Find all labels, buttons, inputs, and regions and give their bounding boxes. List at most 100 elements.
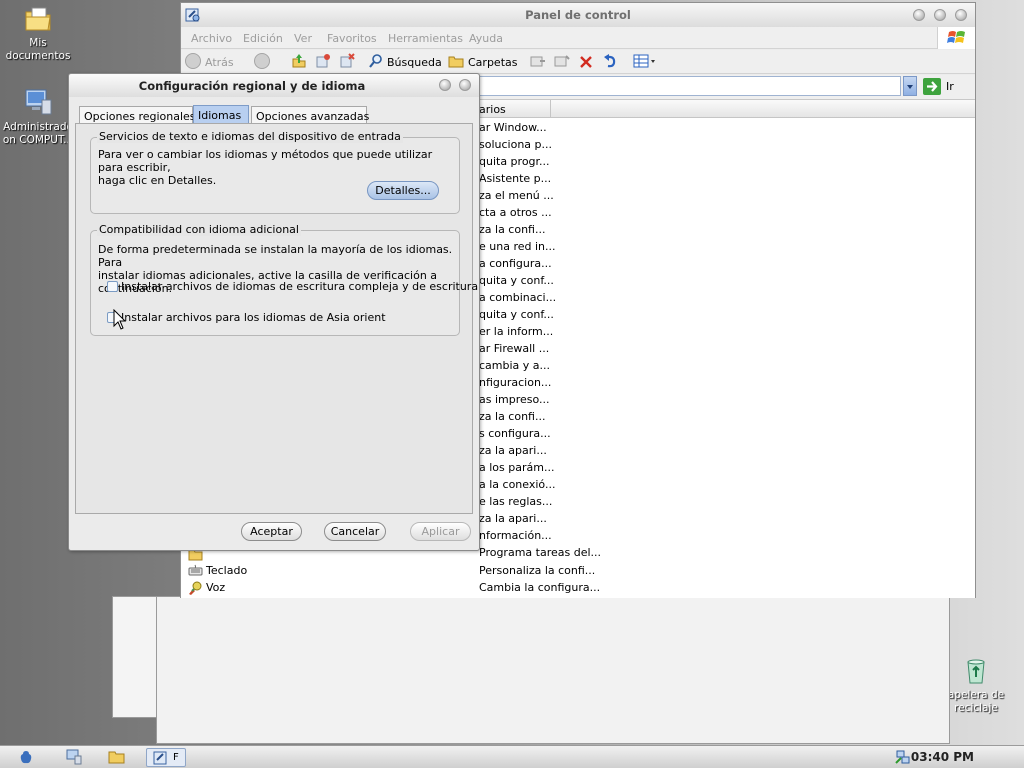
menu-ver[interactable]: Ver	[294, 32, 312, 45]
list-item-comment: as impreso...	[479, 393, 550, 406]
copy-to-icon[interactable]	[315, 53, 331, 69]
move-to-icon[interactable]	[339, 53, 355, 69]
computer-icon	[66, 749, 82, 765]
taskbar-item-control-panel[interactable]: F	[146, 748, 186, 767]
back-arrow-icon[interactable]	[185, 53, 201, 69]
list-item-comment: a los parám...	[479, 461, 555, 474]
folders-button[interactable]: Carpetas	[468, 56, 517, 69]
east-asian-label[interactable]: Instalar archivos para los idiomas de As…	[121, 311, 386, 324]
list-item-comment: za la apari...	[479, 512, 547, 525]
back-button[interactable]: Atrás	[205, 56, 234, 69]
search-button[interactable]: Búsqueda	[387, 56, 442, 69]
list-item-comment: Asistente p...	[479, 172, 552, 185]
help-button[interactable]	[439, 79, 451, 91]
column-header-comments[interactable]: arios	[479, 103, 506, 116]
search-icon	[369, 54, 382, 68]
move-folder-icon[interactable]	[530, 54, 546, 68]
list-item-comment: ar Firewall ...	[479, 342, 550, 355]
menu-archivo[interactable]: Archivo	[191, 32, 232, 45]
complex-script-checkbox[interactable]	[107, 281, 118, 292]
folders-icon	[448, 56, 464, 68]
mouse-cursor-icon	[113, 309, 127, 330]
go-arrow-icon[interactable]	[923, 78, 941, 95]
apply-button[interactable]: Aplicar	[410, 522, 471, 541]
tab-advanced-options[interactable]: Opciones avanzadas	[251, 106, 369, 124]
list-item-speech-comment: Cambia la configura...	[479, 581, 601, 594]
ok-button[interactable]: Aceptar	[241, 522, 302, 541]
keyboard-icon	[188, 564, 203, 576]
windows-logo-panel	[937, 27, 975, 49]
desktop-icon-computer[interactable]: Administrado on COMPUT...	[0, 86, 76, 147]
views-icon[interactable]	[633, 54, 657, 68]
complex-script-label[interactable]: Instalar archivos de idiomas de escritur…	[121, 280, 478, 293]
list-item-comment: er la inform...	[479, 325, 554, 338]
computer-icon	[25, 89, 52, 115]
list-item-comment: za el menú ...	[479, 189, 554, 202]
forward-arrow-icon[interactable]	[254, 53, 270, 69]
go-button[interactable]: Ir	[946, 80, 954, 93]
close-button[interactable]	[955, 9, 967, 21]
list-item-speech[interactable]: Voz	[206, 581, 225, 594]
desktop-icon-label: Mis documentos	[5, 37, 71, 62]
list-item-comment: za la confi...	[479, 223, 546, 236]
control-panel-titlebar[interactable]: Panel de control	[181, 3, 975, 27]
details-button[interactable]: Detalles...	[367, 181, 439, 200]
undo-icon[interactable]	[602, 53, 618, 69]
list-item-comment: za la apari...	[479, 444, 547, 457]
menu-bar: Archivo Edición Ver Favoritos Herramient…	[181, 27, 975, 49]
group-title: Compatibilidad con idioma adicional	[97, 223, 301, 236]
minimize-button[interactable]	[913, 9, 925, 21]
background-window	[156, 596, 950, 744]
dialog-title: Configuración regional y de idioma	[138, 79, 366, 93]
taskbar-item-computer[interactable]	[66, 748, 96, 767]
regional-language-dialog: Configuración regional y de idioma Opcio…	[68, 73, 480, 551]
taskbar: F 03:40 PM	[0, 745, 1024, 768]
list-item-comment: nfiguracion...	[479, 376, 552, 389]
dialog-titlebar[interactable]: Configuración regional y de idioma	[69, 74, 479, 97]
group-title: Servicios de texto e idiomas del disposi…	[97, 130, 403, 143]
menu-ayuda[interactable]: Ayuda	[469, 32, 503, 45]
list-item-comment: ar Window...	[479, 121, 547, 134]
menu-herramientas[interactable]: Herramientas	[388, 32, 463, 45]
speech-icon	[189, 581, 202, 595]
desktop-icon-label: apelera de reciclaje	[947, 689, 1005, 714]
desktop-icon-label: Administrado on COMPUT...	[2, 121, 74, 146]
text-services-group: Servicios de texto e idiomas del disposi…	[90, 130, 460, 214]
list-item-keyboard-comment: Personaliza la confi...	[479, 564, 596, 577]
dialog-close-button[interactable]	[459, 79, 471, 91]
list-item-comment: a combinaci...	[479, 291, 557, 304]
folder-documents-icon	[25, 7, 51, 31]
copy-folder-icon[interactable]	[554, 54, 570, 68]
delete-icon[interactable]	[578, 54, 594, 70]
list-item-comment: a la conexió...	[479, 478, 556, 491]
control-panel-title: Panel de control	[525, 8, 631, 22]
cancel-button[interactable]: Cancelar	[324, 522, 386, 541]
list-item-comment: Programa tareas del...	[479, 546, 602, 559]
network-tray-icon[interactable]	[895, 749, 911, 765]
taskbar-item-label: F	[173, 752, 179, 763]
start-icon[interactable]	[18, 750, 34, 765]
address-input[interactable]	[477, 76, 901, 96]
address-dropdown[interactable]	[903, 76, 917, 96]
menu-edicion[interactable]: Edición	[243, 32, 283, 45]
list-item-comment: e las reglas...	[479, 495, 553, 508]
up-folder-icon[interactable]	[291, 53, 307, 69]
desktop-icon-my-documents[interactable]: Mis documentos	[0, 4, 76, 63]
list-item-keyboard[interactable]: Teclado	[206, 564, 247, 577]
list-item-comment: cambia y a...	[479, 359, 551, 372]
taskbar-item-folder[interactable]	[108, 748, 138, 767]
maximize-button[interactable]	[934, 9, 946, 21]
list-item-comment: e una red in...	[479, 240, 556, 253]
clock: 03:40 PM	[910, 750, 974, 764]
list-item-comment: cta a otros ...	[479, 206, 552, 219]
windows-flag-icon	[947, 31, 965, 43]
menu-favoritos[interactable]: Favoritos	[327, 32, 377, 45]
background-window-left	[112, 596, 158, 718]
list-item-comment: quita y conf...	[479, 308, 554, 321]
tab-languages[interactable]: Idiomas	[193, 105, 249, 124]
list-item-comment: s configura...	[479, 427, 551, 440]
list-item-comment: quita y conf...	[479, 274, 554, 287]
list-item-comment: nformación...	[479, 529, 552, 542]
languages-tab-page: Servicios de texto e idiomas del disposi…	[75, 123, 478, 514]
tab-regional-options[interactable]: Opciones regionales	[79, 106, 196, 124]
